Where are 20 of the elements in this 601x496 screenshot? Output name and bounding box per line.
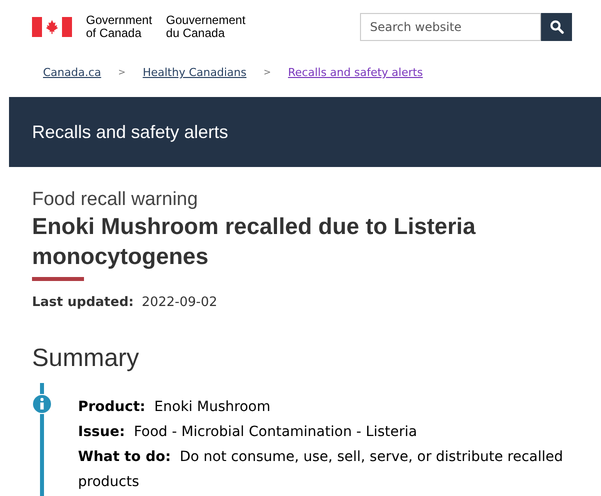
updated-label: Last updated:: [32, 295, 134, 310]
government-wordmark: Government of Canada: [86, 14, 152, 40]
summary-line: Product: Enoki Mushroom: [78, 398, 272, 417]
search-button[interactable]: [541, 13, 572, 41]
breadcrumb-link[interactable]: Recalls and safety alerts: [288, 66, 423, 79]
breadcrumb-separator: >: [263, 68, 271, 78]
updated-date: 2022-09-02: [142, 295, 218, 310]
summary-heading: Summary: [32, 344, 140, 373]
banner-title: Recalls and safety alerts: [32, 122, 228, 142]
summary-line: Issue: Food - Microbial Contamination - Listeria: [78, 423, 418, 442]
flag-icon: [32, 17, 72, 37]
search-field[interactable]: Search website: [360, 13, 541, 41]
page-kicker: Food recall warning: [32, 189, 199, 211]
government-wordmark: Gouvernement du Canada: [166, 14, 246, 40]
summary-line: What to do: Do not consume, use, sell, serve, or distribute recalled products: [78, 448, 564, 492]
page-title: Enoki Mushroom recalled due to Listeria monocytogenes: [32, 212, 477, 271]
breadcrumb-link[interactable]: Healthy Canadians: [142, 66, 246, 79]
breadcrumb-link[interactable]: Canada.ca: [43, 66, 102, 79]
search-icon: [550, 20, 564, 34]
breadcrumb-separator: >: [118, 68, 126, 78]
